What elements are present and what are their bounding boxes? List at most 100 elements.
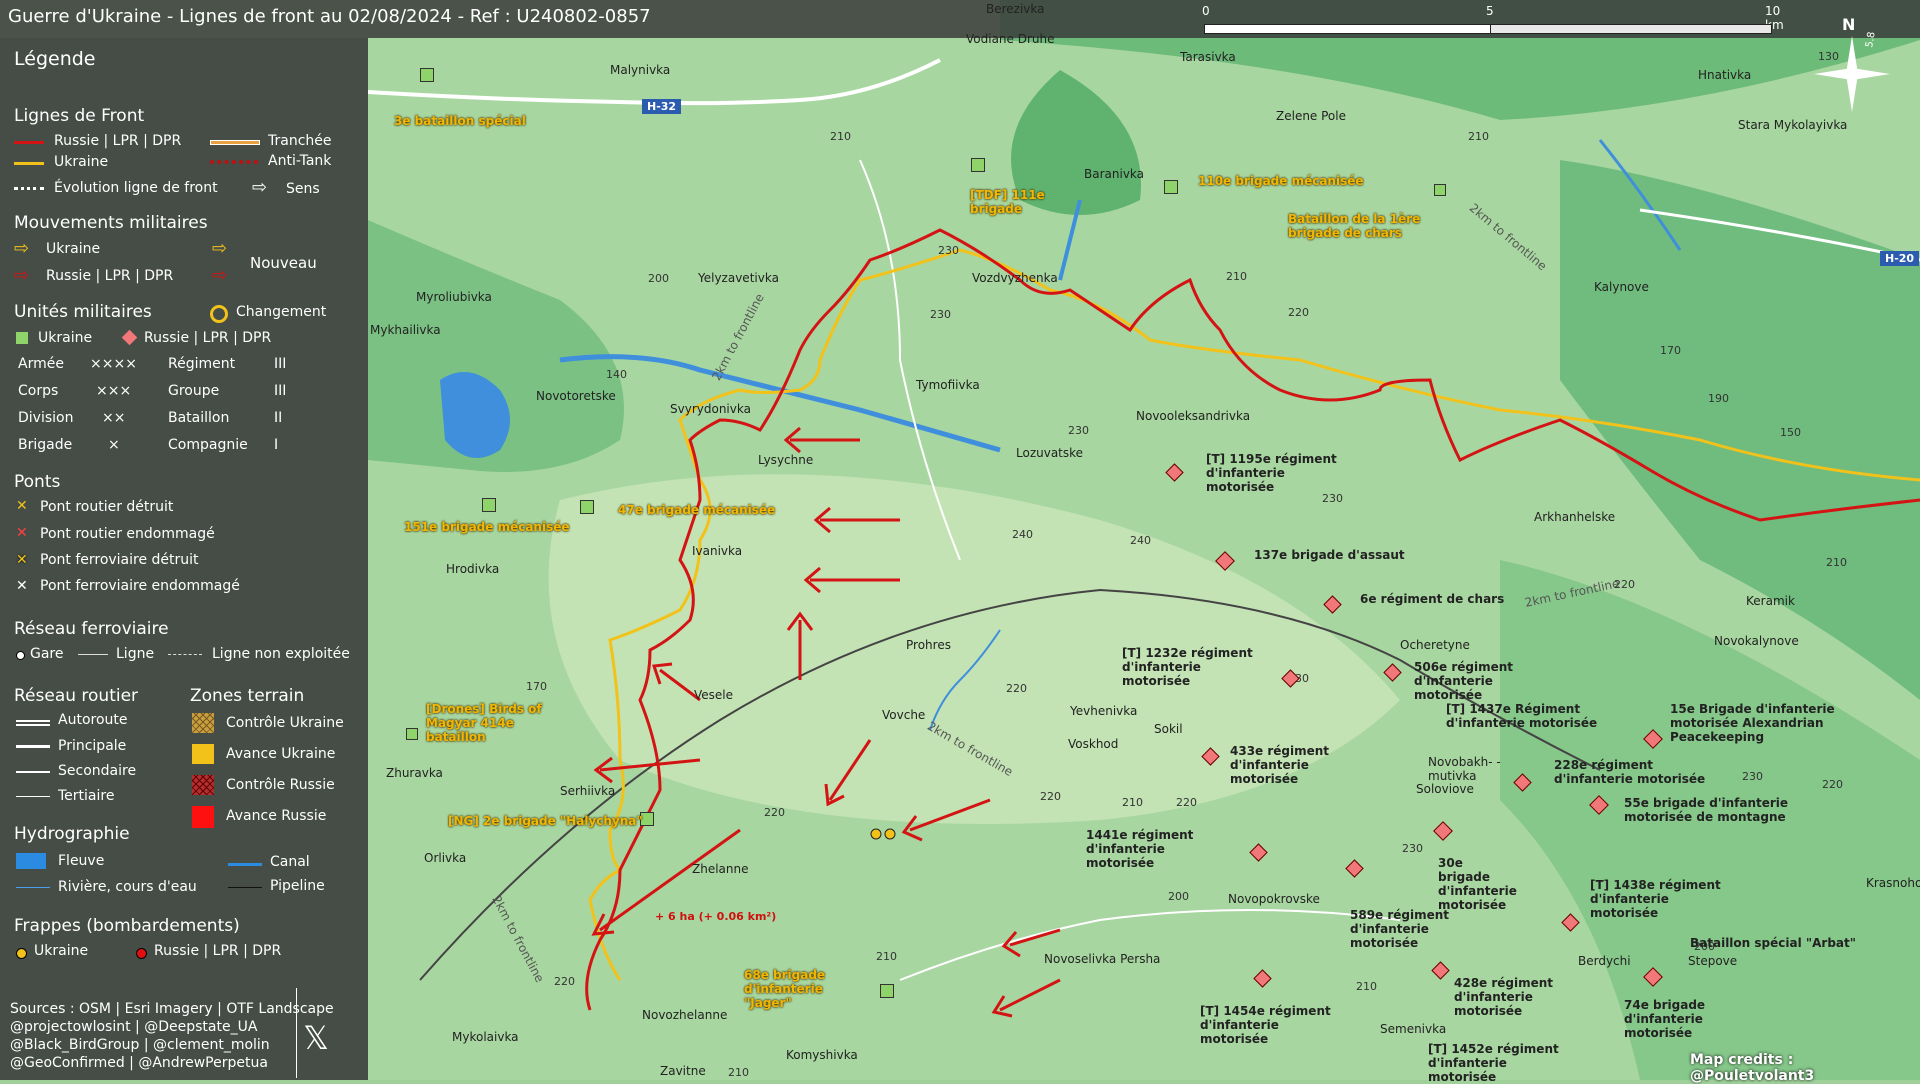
scale-mid: 5	[1486, 4, 1494, 18]
echelon-regiment: Régiment	[168, 356, 236, 372]
legend-stream-label: Rivière, cours d'eau	[58, 879, 197, 895]
echelon-company-symbol: I	[274, 437, 279, 453]
russia-unit-label: 15e Brigade d'infanterie motorisée Alexa…	[1670, 702, 1835, 744]
echelon-battalion-symbol: II	[274, 410, 283, 426]
road-bridge-destroyed-icon: ✕	[16, 498, 28, 514]
source-line-1: @projectowlosint | @Deepstate_UA	[10, 1019, 258, 1035]
legend-roads-heading: Réseau routier	[14, 686, 139, 706]
legend-russia-label: Russie | LPR | DPR	[54, 133, 182, 149]
ukraine-unit-marker[interactable]	[1164, 180, 1178, 194]
legend-zone-2: Contrôle Russie	[226, 777, 335, 793]
echelon-army-symbol: ××××	[90, 356, 137, 372]
echelon-company: Compagnie	[168, 437, 248, 453]
legend-zone-0: Contrôle Ukraine	[226, 715, 344, 731]
legend-pipeline-label: Pipeline	[270, 878, 325, 894]
place-label: Hnativka	[1698, 68, 1752, 82]
x-logo-icon[interactable]: 𝕏	[296, 1018, 336, 1058]
place-label: Myroliubivka	[416, 290, 492, 304]
ukraine-unit-marker[interactable]	[971, 158, 985, 172]
ukraine-unit-marker[interactable]	[420, 68, 434, 82]
legend-rail-station: Gare	[30, 646, 64, 662]
elevation-label: 220	[1006, 682, 1027, 695]
map-credits: Map credits : @Pouletvolant3	[1690, 1052, 1815, 1084]
russia-unit-label: [T] 1232e régiment d'infanterie motorisé…	[1122, 646, 1253, 688]
place-label: Novotoretske	[536, 389, 616, 403]
elevation-label: 220	[554, 975, 575, 988]
russia-unit-label: [T] 1452e régiment d'infanterie motorisé…	[1428, 1042, 1559, 1084]
place-label: Stara Mykolayivka	[1738, 118, 1848, 132]
place-label: Komyshivka	[786, 1048, 858, 1062]
russia-unit-label: 30e brigade d'infanterie motorisée	[1438, 856, 1517, 912]
russia-unit-label: 428e régiment d'infanterie motorisée	[1454, 976, 1554, 1018]
echelon-corps-symbol: ×××	[96, 383, 132, 399]
ukraine-unit-label: Bataillon de la 1ère brigade de chars	[1288, 212, 1421, 240]
legend-russia-line	[14, 141, 44, 144]
echelon-group: Groupe	[168, 383, 220, 399]
place-label: Malynivka	[610, 63, 671, 77]
russia-unit-label: 137e brigade d'assaut	[1254, 548, 1405, 562]
echelon-brigade: Brigade	[18, 437, 73, 453]
ukraine-unit-marker[interactable]	[482, 498, 496, 512]
elevation-label: 220	[1822, 778, 1843, 791]
place-label: Svyrydonivka	[670, 402, 751, 416]
echelon-battalion: Bataillon	[168, 410, 230, 426]
legend-road-0: Autoroute	[58, 712, 128, 728]
ukraine-unit-label: [Drones] Birds of Magyar 414e bataillon	[426, 702, 542, 744]
legend-river-label: Fleuve	[58, 853, 105, 869]
place-label: Zhuravka	[386, 766, 443, 780]
russia-unit-label: 433e régiment d'infanterie motorisée	[1230, 744, 1330, 786]
russia-unit-label: [T] 1437e Régiment d'infanterie motorisé…	[1446, 702, 1598, 730]
russia-move-arrow-icon: ⇨	[14, 265, 30, 286]
elevation-label: 130	[1818, 50, 1839, 63]
echelon-army: Armée	[18, 356, 64, 372]
legend-rail-line	[78, 654, 108, 655]
ukraine-unit-marker[interactable]	[406, 728, 418, 740]
legend-direction-label: Sens	[286, 181, 320, 197]
legend-bridges-heading: Ponts	[14, 472, 61, 492]
place-label: Sokil	[1154, 722, 1183, 736]
place-label: Lozuvatske	[1016, 446, 1084, 460]
russia-unit-label: 74e brigade d'infanterie motorisée	[1624, 998, 1706, 1040]
legend-moves-russia: Russie | LPR | DPR	[46, 268, 174, 284]
legend-highway	[16, 720, 50, 726]
elevation-label: 210	[876, 950, 897, 963]
elevation-label: 230	[1742, 770, 1763, 783]
ukraine-unit-marker[interactable]	[580, 500, 594, 514]
place-label: Zelene Pole	[1276, 109, 1346, 123]
scale-segment-2	[1490, 24, 1772, 34]
legend-strike-ukraine: Ukraine	[34, 943, 89, 959]
legend-units-ukraine: Ukraine	[38, 330, 93, 346]
echelon-group-symbol: III	[274, 383, 287, 399]
legend-road-2: Secondaire	[58, 763, 137, 779]
new-ukraine-arrow-icon: ⇨	[212, 238, 228, 259]
strike-russia-icon	[136, 948, 147, 959]
strike-ukraine-1	[870, 828, 882, 840]
place-label: Orlivka	[424, 851, 467, 865]
elevation-label: 170	[1660, 344, 1681, 357]
legend-ukraine-label: Ukraine	[54, 154, 109, 170]
legend-strike-russia: Russie | LPR | DPR	[154, 943, 282, 959]
legend-bridge-0: Pont routier détruit	[40, 499, 174, 515]
elevation-label: 210	[1826, 556, 1847, 569]
legend-evolution-label: Évolution ligne de front	[54, 180, 218, 196]
russia-unit-label: 1441e régiment d'infanterie motorisée	[1086, 828, 1194, 870]
russia-unit-label: [T] 1438e régiment d'infanterie motorisé…	[1590, 878, 1721, 920]
elevation-label: 220	[1040, 790, 1061, 803]
legend-main-road	[16, 745, 50, 748]
place-label: Ivanivka	[692, 544, 743, 558]
ukraine-unit-marker[interactable]	[1434, 184, 1446, 196]
elevation-label: 220	[764, 806, 785, 819]
title-bar: Guerre d'Ukraine - Lignes de front au 02…	[0, 0, 1920, 38]
compass-declination: 5.8	[1864, 31, 1878, 49]
place-label: Prohres	[906, 638, 951, 652]
zone-russia-advance-swatch	[192, 806, 214, 828]
elevation-label: 210	[1468, 130, 1489, 143]
place-label: Arkhanhelske	[1534, 510, 1616, 524]
legend-moves-heading: Mouvements militaires	[14, 213, 208, 233]
ukraine-unit-marker[interactable]	[880, 984, 894, 998]
place-label: Vovche	[882, 708, 926, 722]
legend-rail-heading: Réseau ferroviaire	[14, 619, 169, 639]
russia-unit-label: 589e régiment d'infanterie motorisée	[1350, 908, 1450, 950]
echelon-brigade-symbol: ×	[108, 437, 120, 453]
russia-unit-label: [T] 1454e régiment d'infanterie motorisé…	[1200, 1004, 1331, 1046]
